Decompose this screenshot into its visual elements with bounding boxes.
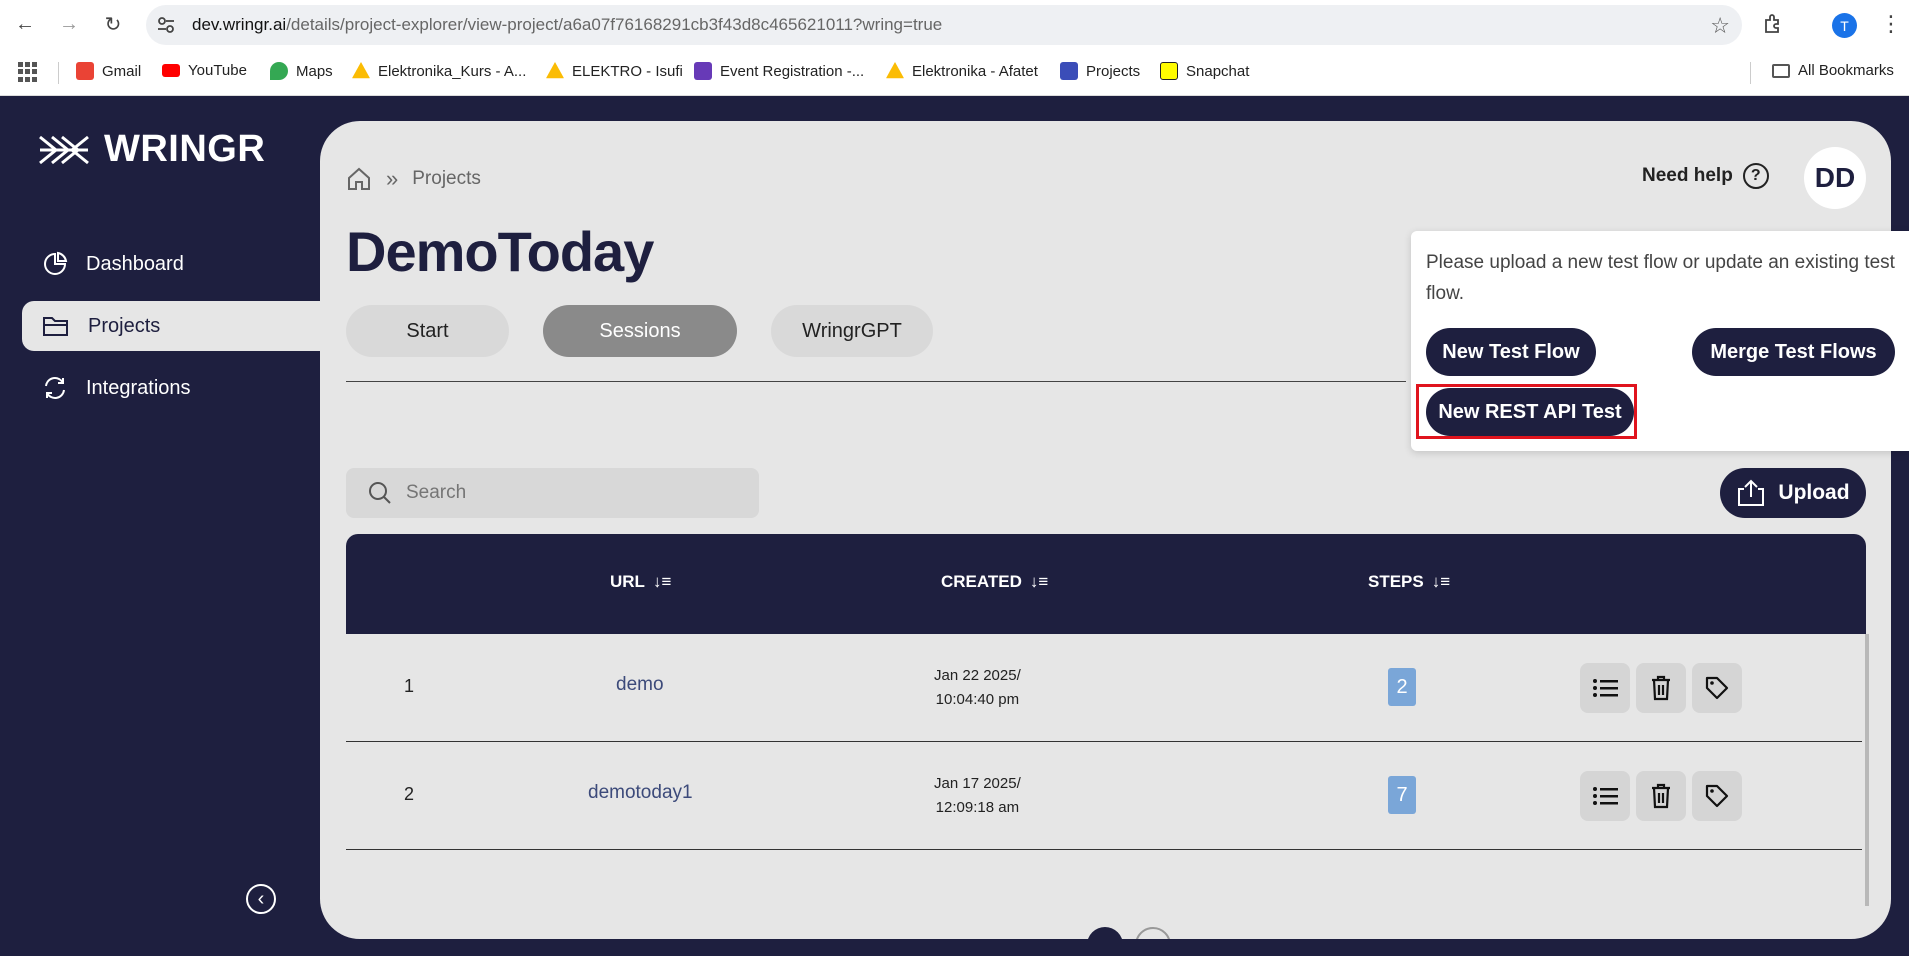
maps-icon: [270, 62, 288, 80]
gmail-icon: [76, 62, 94, 80]
wringr-logo-icon: [39, 135, 89, 164]
merge-test-flows-button[interactable]: Merge Test Flows: [1692, 328, 1895, 376]
youtube-icon: [162, 64, 180, 77]
need-help-label: Need help: [1642, 165, 1733, 186]
list-icon[interactable]: [1580, 771, 1630, 821]
bookmarks-bar: Gmail YouTube Maps Elektronika_Kurs - A.…: [0, 50, 1909, 96]
drive-icon: [886, 62, 904, 79]
sync-icon: [45, 377, 65, 399]
bookmark-snapchat[interactable]: Snapchat: [1160, 62, 1249, 80]
browser-menu-icon[interactable]: ⋮: [1880, 12, 1902, 36]
table-row[interactable]: 1 demo Jan 22 2025/10:04:40 pm 2: [346, 634, 1862, 742]
bookmark-event-registration[interactable]: Event Registration -...: [694, 62, 864, 80]
bookmark-youtube[interactable]: YouTube: [162, 62, 247, 79]
all-bookmarks[interactable]: All Bookmarks: [1750, 62, 1894, 84]
row-url[interactable]: demotoday1: [588, 782, 693, 804]
upload-button[interactable]: Upload: [1720, 468, 1866, 518]
collapse-sidebar-icon[interactable]: ‹: [246, 884, 276, 914]
folder-icon: [1772, 63, 1790, 78]
page-title: DemoToday: [346, 220, 654, 283]
profile-avatar[interactable]: T: [1832, 13, 1857, 38]
tab-sessions[interactable]: Sessions: [543, 305, 737, 357]
row-created: Jan 22 2025/10:04:40 pm: [934, 667, 1021, 708]
column-url[interactable]: URL ↓≡: [610, 572, 671, 592]
site-settings-icon[interactable]: [156, 15, 176, 35]
pie-chart-icon: [44, 251, 68, 275]
sidebar-item-dashboard[interactable]: Dashboard: [22, 239, 322, 289]
wringr-logo[interactable]: WRINGR: [38, 128, 265, 171]
trash-icon[interactable]: [1636, 771, 1686, 821]
question-icon: ?: [1742, 163, 1769, 189]
table-scrollbar[interactable]: [1865, 634, 1869, 906]
extensions-icon[interactable]: [1762, 12, 1786, 36]
popup-message: Please upload a new test flow or update …: [1426, 252, 1895, 304]
highlight-box: [1416, 384, 1637, 439]
steps-badge: 7: [1388, 776, 1416, 814]
forward-icon[interactable]: →: [56, 11, 82, 37]
row-created: Jan 17 2025/12:09:18 am: [934, 775, 1021, 816]
sidebar-item-label: Projects: [88, 314, 161, 337]
search-input[interactable]: [406, 482, 706, 504]
new-test-flow-button[interactable]: New Test Flow: [1426, 328, 1596, 376]
need-help-button[interactable]: Need help ?: [1642, 163, 1769, 189]
sort-icon[interactable]: ↓≡: [653, 572, 671, 592]
sidebar-item-projects[interactable]: Projects: [22, 301, 322, 351]
table-row[interactable]: 2 demotoday1 Jan 17 2025/12:09:18 am 7: [346, 742, 1862, 850]
logo-text: WRINGR: [104, 128, 266, 170]
column-created[interactable]: CREATED ↓≡: [941, 572, 1048, 592]
drive-icon: [352, 62, 370, 79]
drive-icon: [546, 62, 564, 79]
column-steps[interactable]: STEPS ↓≡: [1368, 572, 1450, 592]
apps-grid-icon[interactable]: [18, 62, 38, 82]
tab-start[interactable]: Start: [346, 305, 509, 357]
sidebar-item-label: Dashboard: [86, 252, 184, 275]
reload-icon[interactable]: ↻: [100, 11, 126, 37]
bookmark-gmail[interactable]: Gmail: [76, 62, 141, 80]
list-icon[interactable]: [1580, 663, 1630, 713]
page-button-active[interactable]: [1087, 927, 1123, 939]
address-bar[interactable]: dev.wringr.ai/details/project-explorer/v…: [146, 5, 1742, 45]
bookmark-elektronika-afatet[interactable]: Elektronika - Afatet: [886, 62, 1038, 80]
steps-badge: 2: [1388, 668, 1416, 706]
url-text: dev.wringr.ai/details/project-explorer/v…: [192, 15, 943, 34]
bookmark-maps[interactable]: Maps: [270, 62, 333, 80]
upload-label: Upload: [1778, 481, 1850, 504]
breadcrumb-current[interactable]: Projects: [412, 168, 481, 190]
browser-toolbar: ← → ↻ dev.wringr.ai/details/project-expl…: [0, 0, 1909, 50]
forms-icon: [694, 62, 712, 80]
back-icon[interactable]: ←: [12, 11, 38, 37]
sort-icon[interactable]: ↓≡: [1030, 572, 1048, 592]
sort-icon[interactable]: ↓≡: [1432, 572, 1450, 592]
folder-icon: [43, 317, 68, 336]
bookmark-projects[interactable]: Projects: [1060, 62, 1140, 80]
table-header: URL ↓≡ CREATED ↓≡ STEPS ↓≡: [346, 534, 1866, 634]
row-url[interactable]: demo: [616, 674, 664, 696]
bookmark-elektro-isufi[interactable]: ELEKTRO - Isufi: [546, 62, 683, 80]
row-index: 1: [404, 676, 415, 696]
bookmark-star-icon[interactable]: ☆: [1710, 13, 1730, 39]
bookmarks-divider: [58, 62, 59, 84]
trash-icon[interactable]: [1636, 663, 1686, 713]
home-icon[interactable]: [346, 166, 372, 192]
search-icon: [369, 482, 391, 504]
snapchat-icon: [1160, 62, 1178, 80]
tab-wringrgpt[interactable]: WringrGPT: [771, 305, 933, 357]
upload-icon: [1738, 479, 1765, 506]
row-index: 2: [404, 784, 415, 804]
tag-icon[interactable]: [1692, 663, 1742, 713]
tabs-divider: [346, 381, 1406, 382]
bookmark-elektronika-kurs[interactable]: Elektronika_Kurs - A...: [352, 62, 526, 80]
tag-icon[interactable]: [1692, 771, 1742, 821]
user-avatar[interactable]: DD: [1804, 147, 1866, 209]
chevrons-right-icon: »: [386, 166, 399, 191]
wringr-icon: [1060, 62, 1078, 80]
search-box[interactable]: [346, 468, 759, 518]
sidebar-item-label: Integrations: [86, 376, 191, 399]
breadcrumb: » Projects: [346, 166, 481, 192]
sidebar-item-integrations[interactable]: Integrations: [22, 363, 322, 413]
next-page-button[interactable]: [1135, 927, 1171, 939]
